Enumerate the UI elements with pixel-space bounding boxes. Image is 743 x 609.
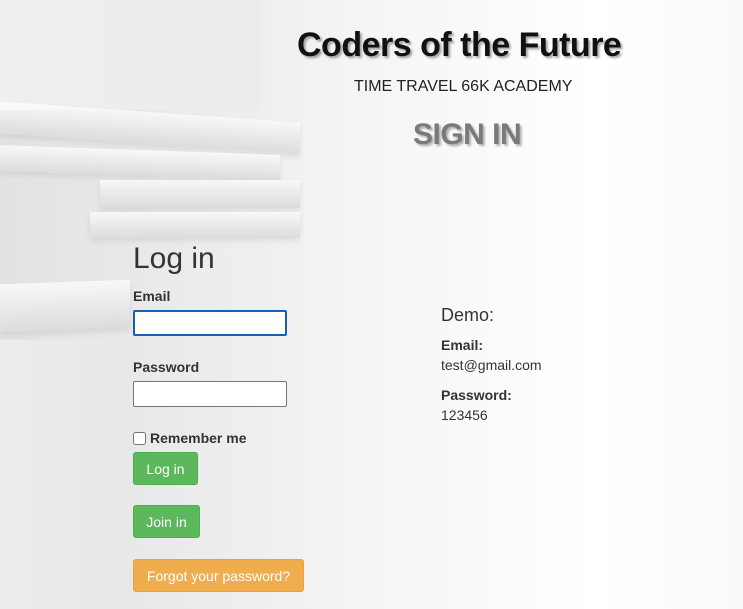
login-heading: Log in [133,242,215,275]
remember-me-checkbox[interactable] [133,431,146,445]
login-form: Log in Email Password Remember me Log in… [133,240,393,592]
remember-me-label: Remember me [150,430,247,446]
demo-heading: Demo: [441,305,495,325]
email-input[interactable] [133,310,287,336]
demo-email-label: Email: [441,337,484,353]
join-in-button[interactable]: Join in [133,505,200,538]
log-in-button[interactable]: Log in [133,452,198,485]
remember-me-group: Remember me [133,430,393,446]
forgot-password-button[interactable]: Forgot your password? [133,559,304,592]
demo-credentials: Demo: Email: test@gmail.com Password: 12… [441,304,661,424]
site-subtitle: TIME TRAVEL 66K ACADEMY [354,78,573,95]
demo-email-value: test@gmail.com [441,357,542,373]
password-input[interactable] [133,381,287,407]
demo-password-value: 123456 [441,407,488,423]
demo-password-label: Password: [441,387,512,403]
password-group: Password [133,359,393,407]
password-label: Password [133,359,200,375]
site-title: Coders of the Future [297,26,622,64]
email-label: Email [133,288,171,304]
sign-in-heading: SIGN IN [413,118,522,151]
email-group: Email [133,288,393,336]
